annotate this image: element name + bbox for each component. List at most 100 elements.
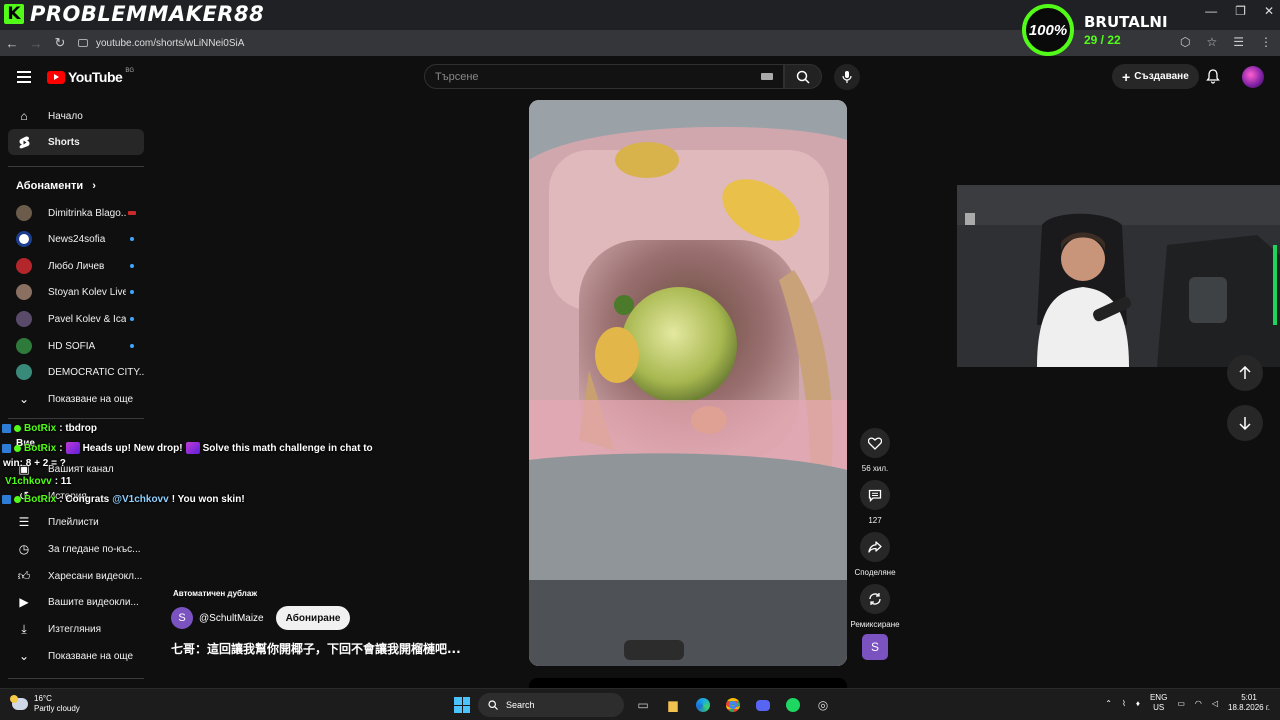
subscriptions-title: Абонаменти — [16, 180, 84, 192]
back-icon[interactable]: ← — [0, 36, 24, 51]
windows-start-icon[interactable] — [454, 697, 470, 713]
channel-row: S @SchultMaize Абониране — [171, 606, 351, 630]
sidebar-item-label: Плейлисти — [48, 516, 99, 528]
network-icon[interactable]: ⌇ — [1122, 699, 1126, 708]
subscribe-button[interactable]: Абониране — [275, 606, 351, 630]
channel-avatar[interactable]: S — [171, 607, 193, 629]
channel-name: News24sofia — [48, 233, 106, 245]
create-button[interactable]: + Създаване — [1112, 64, 1199, 89]
search-input[interactable]: Търсене — [424, 64, 784, 89]
chat-message: V1chkovv : 11 — [5, 476, 71, 487]
sidebar-item-watch-later[interactable]: ◷ За гледане по-къс... — [8, 536, 144, 562]
clock-icon: ◷ — [18, 542, 30, 556]
kick-badge-icon — [2, 495, 11, 504]
subscription-item[interactable]: Dimitrinka Blago... — [8, 200, 144, 226]
subscription-item[interactable]: HD SOFIA — [8, 333, 144, 359]
language-code: ENG — [1149, 693, 1168, 702]
previous-short-button[interactable] — [1227, 355, 1263, 391]
chat-text: Solve this math challenge in chat to — [202, 442, 373, 454]
channel-handle[interactable]: @SchultMaize — [199, 613, 264, 624]
volume-icon[interactable]: ◁ — [1212, 699, 1218, 708]
subscription-item[interactable]: Stoyan Kolev Live — [8, 279, 144, 305]
share-icon — [868, 541, 882, 553]
subscription-item[interactable]: Pavel Kolev & Ica... — [8, 306, 144, 332]
minimize-icon[interactable]: — — [1205, 4, 1217, 18]
divider — [8, 166, 144, 167]
file-explorer-icon[interactable]: ▆ — [662, 694, 684, 716]
edge-icon[interactable] — [692, 694, 714, 716]
task-view-icon[interactable]: ▭ — [632, 694, 654, 716]
stream-brand-overlay: K PROBLEMMAKER88 — [4, 2, 264, 26]
shorts-icon — [16, 135, 32, 149]
mic-tray-icon[interactable]: ♦ — [1136, 699, 1140, 708]
video-title[interactable]: 七哥：這回讓我幫你開椰子，下回不會讓我開榴槤吧... — [171, 640, 461, 657]
channel-thumbnail-button[interactable]: S — [862, 634, 888, 660]
remix-button[interactable] — [860, 584, 890, 614]
create-label: Създаване — [1134, 71, 1189, 82]
taskbar-search[interactable]: Search — [478, 693, 624, 717]
sidebar-item-shorts[interactable]: Shorts — [8, 129, 144, 155]
new-content-dot — [130, 290, 134, 294]
webcam-feed — [957, 185, 1280, 367]
keyboard-icon[interactable] — [761, 73, 773, 80]
site-info-icon[interactable] — [78, 39, 88, 47]
auto-dub-label: Автоматичен дублаж — [173, 589, 257, 598]
reading-list-icon[interactable]: ☰ — [1233, 35, 1244, 49]
close-icon[interactable]: ✕ — [1264, 4, 1274, 18]
obs-icon[interactable]: ◎ — [812, 694, 834, 716]
next-short-button[interactable] — [1227, 405, 1263, 441]
chat-text: : Congrats — [59, 494, 110, 505]
show-more-subscriptions[interactable]: ⌄ Показване на още — [8, 386, 144, 412]
display-icon[interactable]: ▭ — [1177, 699, 1185, 708]
remix-label: Ремиксиране — [850, 620, 900, 629]
subscription-item[interactable]: DEMOCRATIC CITY... — [8, 359, 144, 385]
url-field[interactable]: youtube.com/shorts/wLiNNei0SiA — [78, 38, 244, 49]
extensions-icon[interactable]: ⬡ — [1180, 35, 1190, 49]
discord-icon[interactable] — [752, 694, 774, 716]
new-content-dot — [130, 317, 134, 321]
subscription-item[interactable]: Любо Личев — [8, 253, 144, 279]
reload-icon[interactable]: ↻ — [48, 35, 72, 51]
search-button[interactable] — [784, 64, 822, 89]
show-more-label: Показване на още — [48, 650, 134, 662]
sidebar-item-your-videos[interactable]: ▶ Вашите видеокли... — [8, 589, 144, 615]
sidebar-item-home[interactable]: ⌂ Начало — [8, 103, 144, 129]
windows-taskbar: 16°C Partly cloudy Search ▭ ▆ ◎ ⌃ ⌇ ♦ EN… — [0, 688, 1280, 720]
chevron-up-icon[interactable]: ⌃ — [1105, 699, 1112, 708]
sidebar-item-downloads[interactable]: ⤓ Изтегляния — [8, 616, 144, 642]
subscriptions-heading[interactable]: Абонаменти › — [16, 180, 96, 192]
locale-code: US — [1153, 703, 1165, 712]
comments-button[interactable] — [860, 480, 890, 510]
clock-time: 5:01 — [1241, 693, 1257, 702]
chrome-icon[interactable] — [722, 694, 744, 716]
bot-badge-icon — [14, 425, 21, 432]
clock[interactable]: 5:01 18.8.2026 г. — [1228, 693, 1270, 713]
bookmark-icon[interactable]: ☆ — [1206, 35, 1217, 49]
notifications-icon[interactable] — [1206, 69, 1220, 87]
channel-name: HD SOFIA — [48, 340, 96, 352]
youtube-logo[interactable]: YouTube BG — [47, 68, 134, 85]
clock-date: 18.8.2026 г. — [1228, 703, 1270, 712]
weather-widget[interactable]: 16°C Partly cloudy — [10, 694, 80, 714]
menu-icon[interactable] — [17, 71, 31, 86]
subscription-item[interactable]: News24sofia — [8, 226, 144, 252]
short-video-player[interactable] — [529, 100, 847, 666]
restore-icon[interactable]: ❐ — [1235, 4, 1246, 18]
chat-message: BotRix : tbdrop — [2, 423, 97, 434]
kick-logo: K — [4, 4, 24, 24]
show-more-you[interactable]: ⌄ Показване на още — [8, 643, 144, 669]
comment-count: 127 — [868, 516, 882, 525]
menu-icon[interactable]: ⋮ — [1260, 35, 1272, 49]
sidebar-item-playlists[interactable]: ☰ Плейлисти — [8, 509, 144, 535]
like-button[interactable] — [860, 428, 890, 458]
account-avatar[interactable] — [1242, 66, 1264, 88]
spotify-icon[interactable] — [782, 694, 804, 716]
voice-search-button[interactable] — [834, 64, 860, 90]
wifi-icon[interactable]: ◠ — [1195, 699, 1202, 708]
language-indicator[interactable]: ENG US — [1150, 693, 1167, 713]
sidebar-item-label: За гледане по-къс... — [48, 543, 141, 555]
share-button[interactable] — [860, 532, 890, 562]
forward-icon[interactable]: → — [24, 36, 48, 51]
sidebar-item-liked[interactable]: 👍︎ Харесани видеокл... — [8, 563, 144, 589]
new-content-dot — [130, 237, 134, 241]
